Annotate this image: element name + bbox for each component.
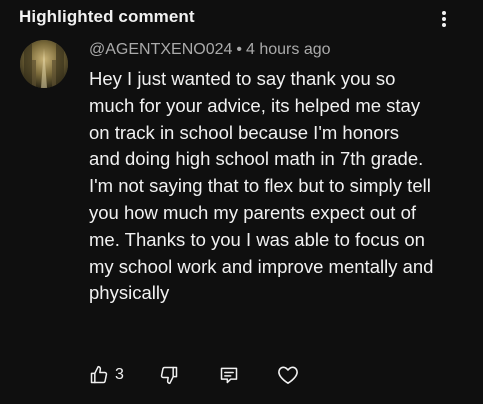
reply-icon [220, 367, 238, 384]
thumbs-up-icon [90, 365, 108, 384]
dislike-button[interactable] [159, 363, 179, 387]
thumbs-down-icon [160, 366, 178, 385]
more-dot-icon [442, 11, 446, 15]
meta-separator: • [236, 41, 243, 58]
avatar[interactable] [20, 40, 68, 88]
like-count: 3 [115, 366, 124, 383]
comment-author[interactable]: @AGENTXENO024 [89, 41, 232, 58]
like-button[interactable]: 3 [89, 363, 124, 387]
more-dot-icon [442, 17, 446, 21]
avatar-image [20, 40, 68, 88]
heart-button[interactable] [277, 363, 299, 387]
header-title: Highlighted comment [19, 7, 195, 26]
comment-header: Highlighted comment [19, 6, 471, 30]
comment: @AGENTXENO024 • 4 hours ago Hey I just wan… [89, 40, 474, 307]
more-dot-icon [442, 23, 446, 27]
comment-meta: @AGENTXENO024 • 4 hours ago [89, 40, 474, 60]
heart-icon [278, 366, 298, 384]
comment-time[interactable]: 4 hours ago [246, 41, 331, 58]
comment-text: Hey I just wanted to say thank you so mu… [89, 68, 434, 304]
reply-button[interactable] [219, 363, 239, 387]
more-options-button[interactable] [435, 8, 453, 30]
comment-actions: 3 [89, 363, 329, 387]
